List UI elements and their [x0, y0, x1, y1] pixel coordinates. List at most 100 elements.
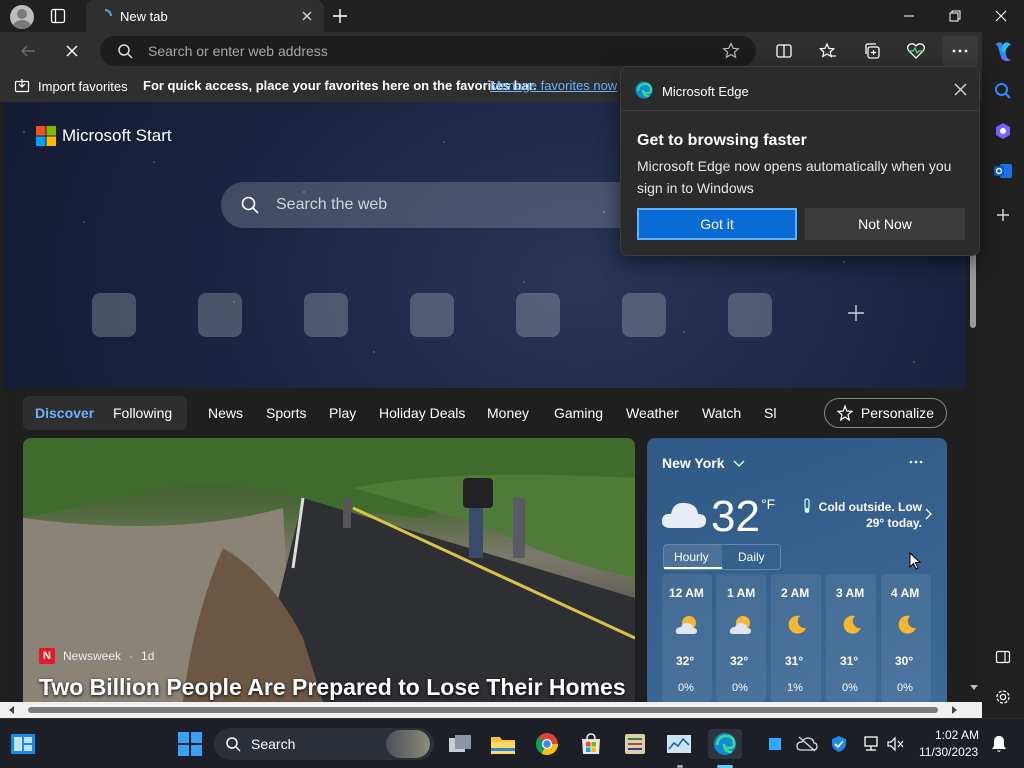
volume-muted-icon[interactable]: [880, 729, 910, 759]
tab-hourly[interactable]: Hourly: [664, 545, 722, 569]
favorite-star-icon[interactable]: [722, 42, 740, 60]
microsoft-start-logo[interactable]: Microsoft Start: [36, 126, 172, 146]
tab-new-tab[interactable]: New tab: [86, 0, 324, 32]
manage-favorites-link[interactable]: Manage favorites now: [490, 78, 617, 93]
nav-item-weather[interactable]: Weather: [626, 405, 679, 421]
quick-link-tile[interactable]: [304, 293, 348, 337]
cloud-icon: [661, 502, 707, 528]
microsoft-store-icon[interactable]: [576, 729, 606, 759]
chevron-right-icon[interactable]: [925, 508, 933, 520]
edge-taskbar-icon[interactable]: [708, 729, 742, 759]
taskbar-date[interactable]: 11/30/2023: [919, 745, 978, 759]
nav-item-play[interactable]: Play: [329, 405, 356, 421]
horizontal-scroll-thumb[interactable]: [28, 707, 938, 713]
vertical-scroll-thumb[interactable]: [970, 252, 976, 328]
start-button[interactable]: [175, 729, 205, 759]
close-popup-icon[interactable]: [954, 83, 967, 96]
weather-card[interactable]: New York 32 °F Cold outside. Low 29° tod…: [647, 438, 947, 702]
weather-unit: °F: [761, 496, 776, 512]
sidebar-search-icon[interactable]: [988, 76, 1018, 106]
web-search-box[interactable]: Search the web: [221, 182, 641, 228]
close-window-button[interactable]: [978, 0, 1024, 32]
tray-app-icon[interactable]: [760, 729, 790, 759]
file-explorer-icon[interactable]: [488, 729, 518, 759]
address-bar[interactable]: Search or enter web address: [100, 36, 756, 66]
weather-temperature: 32: [711, 492, 760, 541]
tab-daily[interactable]: Daily: [738, 550, 765, 564]
onedrive-offline-icon[interactable]: [792, 729, 822, 759]
copilot-icon[interactable]: [988, 36, 1018, 66]
import-favorites-button[interactable]: Import favorites: [14, 78, 128, 94]
search-icon: [118, 44, 133, 59]
hourly-column[interactable]: 3 AM 31° 0%: [826, 574, 876, 702]
nav-item-sports[interactable]: Sports: [266, 405, 306, 421]
chevron-down-icon[interactable]: [733, 460, 745, 468]
stop-loading-icon[interactable]: [57, 36, 87, 66]
hour-precip: 0%: [732, 682, 748, 694]
quick-link-tile[interactable]: [410, 293, 454, 337]
widgets-icon[interactable]: [8, 729, 38, 759]
not-now-button[interactable]: Not Now: [805, 208, 965, 240]
nav-item-holiday-deals[interactable]: Holiday Deals: [379, 405, 465, 421]
tab-actions-icon[interactable]: [50, 8, 66, 24]
tasks-app-icon[interactable]: [620, 729, 650, 759]
taskbar-time[interactable]: 1:02 AM: [935, 728, 979, 742]
hourly-column[interactable]: 1 AM 32° 0%: [716, 574, 766, 702]
news-headline[interactable]: Two Billion People Are Prepared to Lose …: [39, 674, 626, 701]
settings-gear-icon[interactable]: [988, 682, 1018, 712]
news-card[interactable]: N Newsweek · 1d Two Billion People Are P…: [23, 438, 635, 702]
split-screen-icon[interactable]: [769, 36, 799, 66]
nav-item-watch[interactable]: Watch: [702, 405, 741, 421]
scroll-down-arrow-icon[interactable]: [969, 684, 979, 692]
favorites-icon[interactable]: [813, 36, 843, 66]
chrome-icon[interactable]: [532, 729, 562, 759]
tab-following[interactable]: Following: [113, 405, 172, 421]
taskbar-search[interactable]: Search: [214, 728, 434, 760]
hour-time: 12 AM: [669, 586, 704, 600]
quick-link-tile[interactable]: [728, 293, 772, 337]
hour-precip: 0%: [842, 682, 858, 694]
performance-monitor-icon[interactable]: [664, 729, 694, 759]
tab-discover[interactable]: Discover: [35, 405, 94, 421]
horizontal-scrollbar[interactable]: [0, 702, 982, 718]
weather-city[interactable]: New York: [662, 455, 725, 471]
sparkle-star-icon: [836, 405, 853, 421]
close-tab-icon[interactable]: [300, 9, 314, 23]
quick-link-tile[interactable]: [516, 293, 560, 337]
notifications-bell-icon[interactable]: [984, 729, 1014, 759]
more-options-icon[interactable]: [942, 36, 978, 66]
back-arrow-icon[interactable]: [13, 36, 43, 66]
task-view-icon[interactable]: [445, 729, 475, 759]
quick-link-tile[interactable]: [198, 293, 242, 337]
hourly-column[interactable]: 12 AM 32° 0%: [662, 574, 712, 702]
mouse-cursor-icon: [909, 552, 921, 570]
windows-logo-icon: [178, 732, 202, 756]
personalize-button[interactable]: Personalize: [824, 398, 947, 428]
title-bar: New tab: [0, 0, 1024, 32]
hourly-column[interactable]: 4 AM 30° 0%: [881, 574, 931, 702]
weather-more-icon[interactable]: [909, 460, 923, 464]
outlook-icon[interactable]: [988, 156, 1018, 186]
scroll-left-arrow-icon[interactable]: [8, 706, 16, 714]
hour-time: 2 AM: [781, 586, 810, 600]
profile-avatar-icon[interactable]: [10, 5, 34, 29]
windows-security-icon[interactable]: [824, 729, 854, 759]
new-tab-plus-icon[interactable]: [332, 8, 348, 24]
add-quick-link-icon[interactable]: [847, 304, 865, 322]
browser-essentials-icon[interactable]: [901, 36, 931, 66]
quick-link-tile[interactable]: [92, 293, 136, 337]
nav-item-truncated[interactable]: Sl: [764, 405, 776, 421]
minimize-button[interactable]: [886, 0, 932, 32]
hourly-column[interactable]: 2 AM 31° 1%: [771, 574, 821, 702]
sidebar-add-icon[interactable]: [988, 200, 1018, 230]
restore-button[interactable]: [932, 0, 978, 32]
scroll-right-arrow-icon[interactable]: [950, 706, 958, 714]
quick-link-tile[interactable]: [622, 293, 666, 337]
nav-item-gaming[interactable]: Gaming: [554, 405, 603, 421]
hide-sidebar-icon[interactable]: [988, 642, 1018, 672]
nav-item-news[interactable]: News: [208, 405, 243, 421]
sidebar-shopping-icon[interactable]: [988, 116, 1018, 146]
collections-icon[interactable]: [857, 36, 887, 66]
nav-item-money[interactable]: Money: [487, 405, 529, 421]
got-it-button[interactable]: Got it: [637, 208, 797, 240]
